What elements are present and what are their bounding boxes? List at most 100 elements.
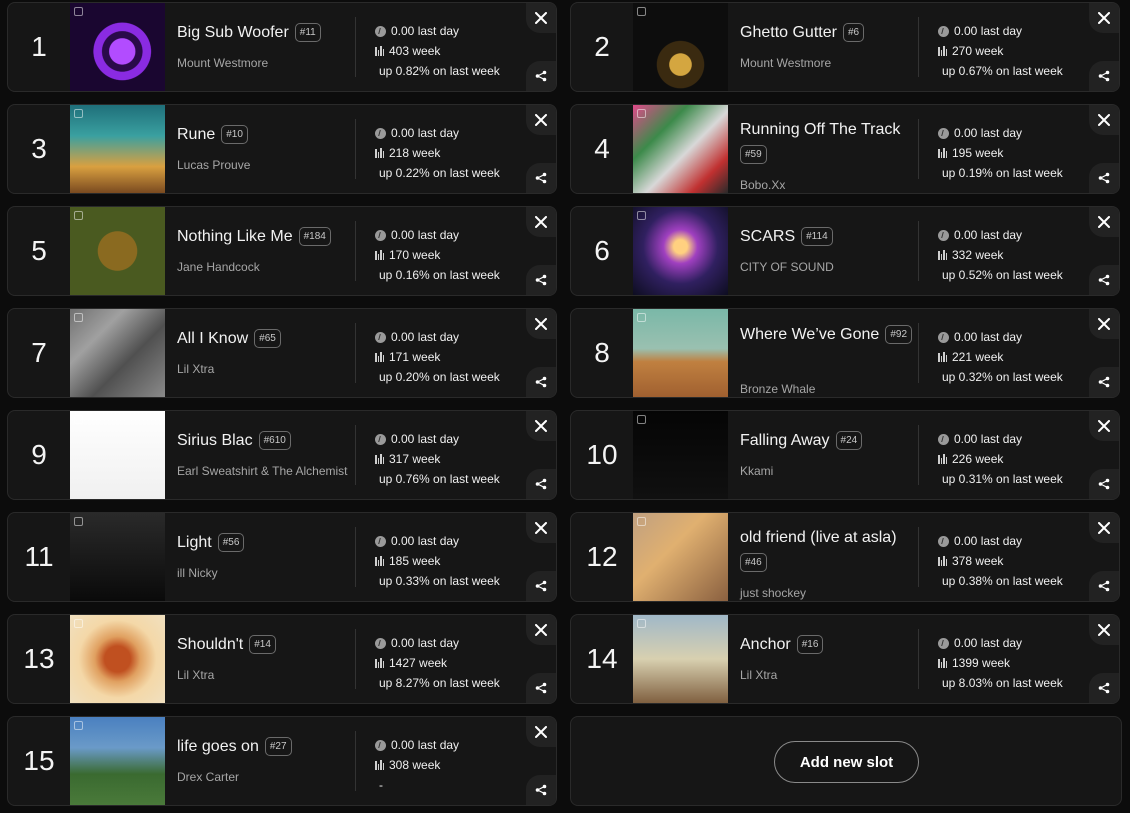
album-art[interactable]: [633, 615, 728, 703]
bars-icon: [938, 46, 947, 56]
badge-icon: [74, 721, 83, 730]
growth-value: up 0.82% on last week: [379, 64, 500, 78]
share-button[interactable]: [526, 265, 556, 295]
album-art[interactable]: [633, 105, 728, 193]
share-button[interactable]: [1089, 571, 1119, 601]
track-title[interactable]: Falling Away: [740, 432, 830, 450]
artist-name[interactable]: Jane Handcock: [177, 259, 352, 275]
close-button[interactable]: [1089, 3, 1119, 33]
artist-name[interactable]: Kkami: [740, 463, 915, 479]
track-title[interactable]: Light: [177, 534, 212, 552]
artist-name[interactable]: just shockey: [740, 585, 915, 601]
share-button[interactable]: [526, 469, 556, 499]
artist-name[interactable]: Drex Carter: [177, 769, 352, 785]
track-card[interactable]: 5 Nothing Like Me #184 Jane Handcock 0.00 la…: [7, 206, 557, 296]
track-card[interactable]: 13 Shouldn't #14 Lil Xtra 0.00 last day 1427 …: [7, 614, 557, 704]
track-card[interactable]: 11 Light #56 ill Nicky 0.00 last day 185 week…: [7, 512, 557, 602]
album-art[interactable]: [70, 513, 165, 601]
close-button[interactable]: [1089, 309, 1119, 339]
close-button[interactable]: [1089, 513, 1119, 543]
artist-name[interactable]: Lucas Prouve: [177, 157, 352, 173]
track-card[interactable]: 6 SCARS #114 CITY OF SOUND 0.00 last day 332 …: [570, 206, 1120, 296]
share-button[interactable]: [1089, 367, 1119, 397]
track-title[interactable]: Nothing Like Me: [177, 228, 293, 246]
album-art[interactable]: [633, 411, 728, 499]
artist-name[interactable]: Lil Xtra: [177, 361, 352, 377]
track-title[interactable]: Running Off The Track: [740, 121, 900, 139]
album-art[interactable]: [70, 717, 165, 805]
track-card[interactable]: 4 Running Off The Track #59 Bobo.Xx 0.00 las…: [570, 104, 1120, 194]
artist-name[interactable]: Mount Westmore: [177, 55, 352, 71]
track-card[interactable]: 1 Big Sub Woofer #11 Mount Westmore 0.00 las…: [7, 2, 557, 92]
album-art[interactable]: [633, 3, 728, 91]
add-new-slot-button[interactable]: Add new slot: [774, 741, 919, 783]
track-title[interactable]: old friend (live at asla): [740, 529, 897, 547]
close-button[interactable]: [526, 105, 556, 135]
close-button[interactable]: [526, 411, 556, 441]
track-card[interactable]: 2 Ghetto Gutter #6 Mount Westmore 0.00 last …: [570, 2, 1120, 92]
album-art[interactable]: [70, 105, 165, 193]
artist-name[interactable]: Bobo.Xx: [740, 177, 915, 193]
share-button[interactable]: [526, 367, 556, 397]
album-art[interactable]: [633, 309, 728, 397]
track-title[interactable]: Ghetto Gutter: [740, 24, 837, 42]
share-button[interactable]: [526, 571, 556, 601]
close-button[interactable]: [526, 615, 556, 645]
share-button[interactable]: [1089, 469, 1119, 499]
album-art[interactable]: [70, 309, 165, 397]
artist-name[interactable]: Mount Westmore: [740, 55, 915, 71]
track-title[interactable]: All I Know: [177, 330, 248, 348]
track-card[interactable]: 15 life goes on #27 Drex Carter 0.00 last da…: [7, 716, 557, 806]
artist-name[interactable]: ill Nicky: [177, 565, 352, 581]
track-card[interactable]: 8 Where We’ve Gone #92 Bronze Whale 0.00 las…: [570, 308, 1120, 398]
close-button[interactable]: [1089, 615, 1119, 645]
track-title[interactable]: Anchor: [740, 636, 791, 654]
growth-stat: up 0.76% on last week: [375, 469, 525, 489]
track-title[interactable]: Rune: [177, 126, 215, 144]
close-button[interactable]: [526, 3, 556, 33]
share-button[interactable]: [1089, 673, 1119, 703]
track-card[interactable]: 10 Falling Away #24 Kkami 0.00 last day 226 w…: [570, 410, 1120, 500]
track-title[interactable]: Sirius Blac: [177, 432, 253, 450]
album-art[interactable]: [70, 207, 165, 295]
album-art[interactable]: [70, 411, 165, 499]
track-card[interactable]: 7 All I Know #65 Lil Xtra 0.00 last day 171 w…: [7, 308, 557, 398]
share-button[interactable]: [1089, 163, 1119, 193]
artist-name[interactable]: Lil Xtra: [177, 667, 352, 683]
track-card[interactable]: 9 Sirius Blac #610 Earl Sweatshirt & The Al…: [7, 410, 557, 500]
track-card[interactable]: 14 Anchor #16 Lil Xtra 0.00 last day 1399 wee…: [570, 614, 1120, 704]
track-title[interactable]: Shouldn't: [177, 636, 243, 654]
share-button[interactable]: [526, 673, 556, 703]
share-button[interactable]: [1089, 265, 1119, 295]
share-button[interactable]: [526, 61, 556, 91]
track-title[interactable]: SCARS: [740, 228, 795, 246]
close-button[interactable]: [526, 309, 556, 339]
artist-name[interactable]: Earl Sweatshirt & The Alchemist: [177, 463, 352, 479]
track-card[interactable]: 12 old friend (live at asla) #46 just shock…: [570, 512, 1120, 602]
close-button[interactable]: [526, 207, 556, 237]
track-title[interactable]: Where We’ve Gone: [740, 326, 879, 344]
close-button[interactable]: [526, 513, 556, 543]
artist-name[interactable]: CITY OF SOUND: [740, 259, 915, 275]
album-art[interactable]: [633, 207, 728, 295]
album-art[interactable]: [70, 615, 165, 703]
growth-value: up 0.52% on last week: [942, 268, 1063, 282]
last-day-value: 0.00 last day: [954, 330, 1023, 344]
artist-name[interactable]: Bronze Whale: [740, 381, 915, 397]
artist-name[interactable]: Lil Xtra: [740, 667, 915, 683]
close-button[interactable]: [1089, 207, 1119, 237]
share-button[interactable]: [1089, 61, 1119, 91]
last-day-stat: 0.00 last day: [375, 531, 525, 551]
close-button[interactable]: [526, 717, 556, 747]
close-button[interactable]: [1089, 411, 1119, 441]
add-slot-card: Add new slot: [570, 716, 1122, 806]
share-button[interactable]: [526, 775, 556, 805]
track-card[interactable]: 3 Rune #10 Lucas Prouve 0.00 last day 218 wee…: [7, 104, 557, 194]
album-art[interactable]: [633, 513, 728, 601]
album-art[interactable]: [70, 3, 165, 91]
divider: [355, 425, 356, 485]
close-button[interactable]: [1089, 105, 1119, 135]
share-button[interactable]: [526, 163, 556, 193]
track-title[interactable]: Big Sub Woofer: [177, 24, 289, 42]
track-title[interactable]: life goes on: [177, 738, 259, 756]
